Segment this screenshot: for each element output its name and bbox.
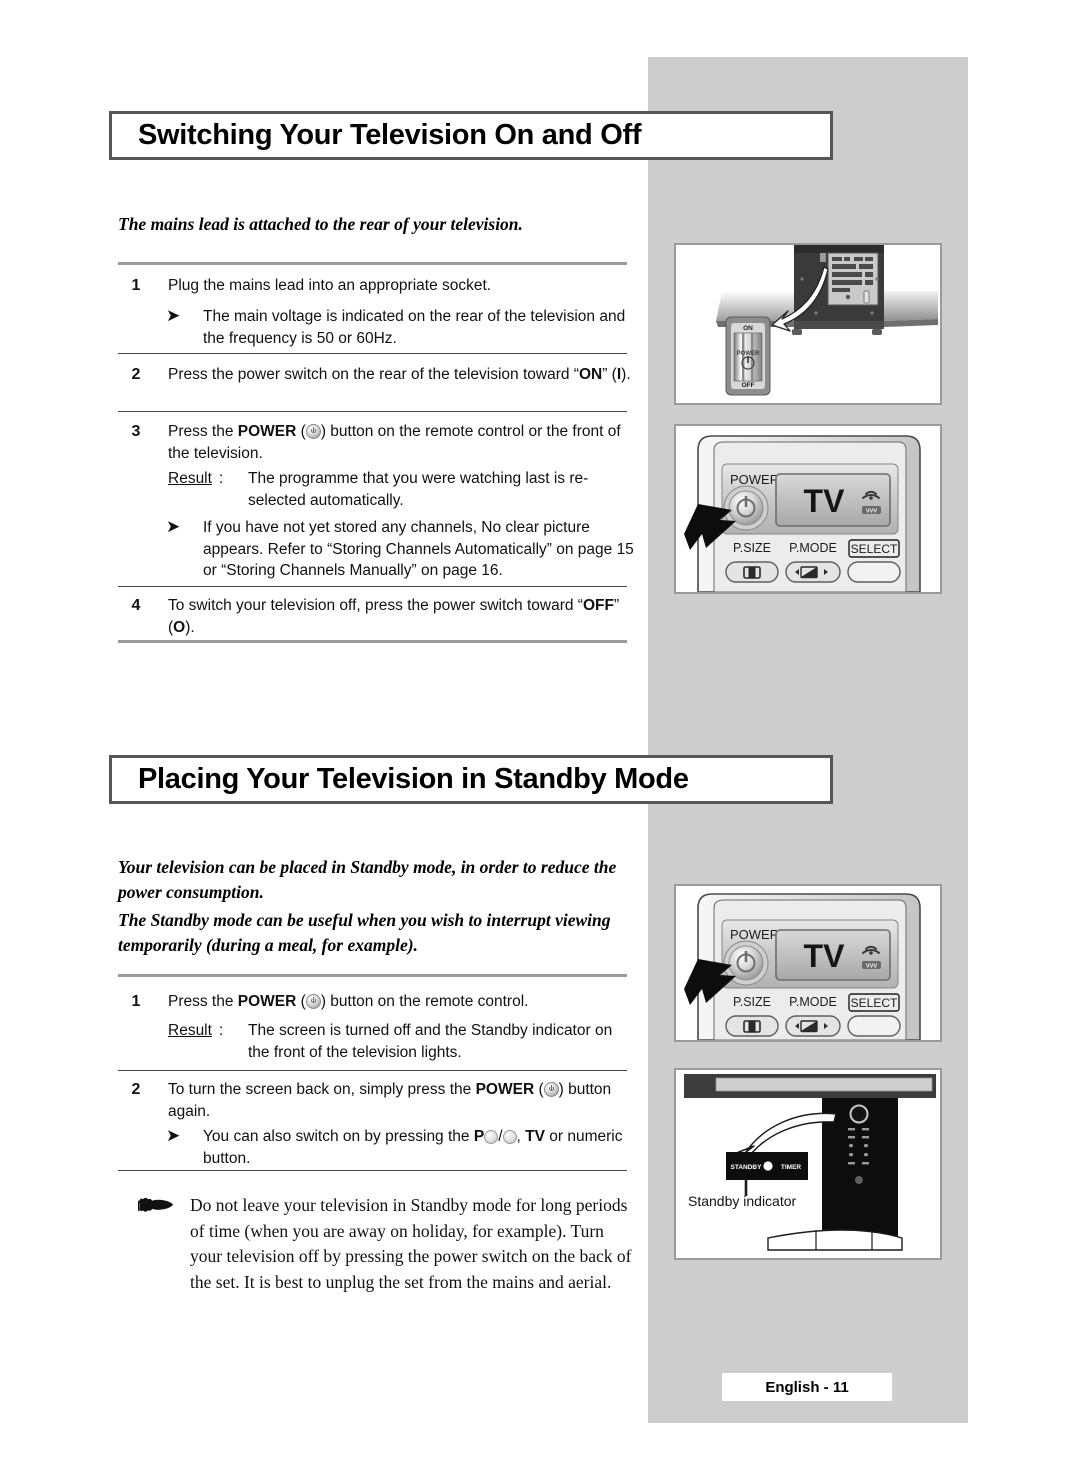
power-button-icon	[305, 424, 321, 439]
rule-after-step-2	[118, 411, 627, 413]
note-switch-on-alternatives: ➤ You can also switch on by pressing the…	[118, 1126, 638, 1169]
svg-text:ON: ON	[743, 325, 753, 332]
standby-drawing: STANDBY TIMER Standby indicator	[676, 1070, 940, 1258]
result-programme-reselected: Result : The programme that you were wat…	[118, 468, 638, 511]
note-text: The main voltage is indicated on the rea…	[203, 308, 626, 347]
remote-drawing: POWER TV VVV P.SIZE P.MODE SELECT	[676, 426, 940, 592]
rule-after-standby-step-1	[118, 1070, 627, 1072]
section-title-text: Switching Your Television On and Off	[138, 119, 642, 151]
rule-top-2	[118, 974, 627, 977]
channel-down-icon	[502, 1129, 517, 1144]
step-number: 2	[131, 1081, 141, 1098]
step-number: 2	[131, 366, 141, 383]
note-text: You can also switch on by pressing the P…	[203, 1128, 623, 1167]
result-label: Result	[168, 1022, 212, 1039]
step-text: Plug the mains lead into an appropriate …	[168, 277, 492, 294]
illustration-standby-indicator: STANDBY TIMER Standby indicator	[674, 1068, 942, 1260]
svg-text:POWER: POWER	[730, 927, 779, 942]
illustration-remote-power-button-2: POWER TV VVV P.SIZE P.MODE SELECT	[674, 884, 942, 1042]
step-text: To turn the screen back on, simply press…	[168, 1081, 612, 1120]
caution-text: Do not leave your television in Standby …	[190, 1195, 632, 1292]
pointing-hand-icon	[138, 1195, 174, 1217]
result-text: The programme that you were watching las…	[248, 470, 589, 509]
svg-text:TIMER: TIMER	[781, 1164, 802, 1171]
svg-text:VVV: VVV	[866, 509, 877, 515]
note-main-voltage: ➤ The main voltage is indicated on the r…	[118, 306, 638, 349]
manual-page: Switching Your Television On and Off The…	[0, 0, 1080, 1482]
power-button-icon	[305, 994, 321, 1009]
footer-label: English - 11	[765, 1378, 849, 1396]
step-text: To switch your television off, press the…	[168, 597, 620, 636]
svg-text:TV: TV	[804, 483, 846, 519]
step-text: Press the POWER () button on the remote …	[168, 423, 621, 462]
caution-note-standby: Do not leave your television in Standby …	[118, 1193, 638, 1295]
page-footer: English - 11	[722, 1373, 892, 1401]
section-title-standby-mode: Placing Your Television in Standby Mode	[109, 755, 833, 804]
svg-text:P.MODE: P.MODE	[789, 995, 837, 1009]
arrow-bullet-icon: ➤	[166, 517, 181, 536]
result-label: Result	[168, 470, 212, 487]
step-number: 3	[131, 423, 141, 440]
svg-text:Standby indicator: Standby indicator	[688, 1193, 797, 1209]
svg-text:STANDBY: STANDBY	[731, 1164, 763, 1171]
step-4-switch-off: 4 To switch your television off, press t…	[118, 595, 633, 638]
power-button-icon	[543, 1082, 559, 1097]
remote-drawing-2: POWER TV VVV P.SIZE P.MODE SELECT	[676, 886, 940, 1040]
step-number: 1	[131, 993, 141, 1010]
standby-step-2-turn-screen-on: 2 To turn the screen back on, simply pre…	[118, 1079, 633, 1122]
step-3-press-power: 3 Press the POWER () button on the remot…	[118, 421, 633, 464]
result-screen-off-standby: Result : The screen is turned off and th…	[118, 1020, 638, 1063]
svg-text:TV: TV	[804, 938, 846, 974]
step-number: 4	[131, 597, 141, 614]
section-title-switching-on-off: Switching Your Television On and Off	[109, 111, 833, 160]
step-number: 1	[131, 277, 141, 294]
standby-step-1-press-power: 1 Press the POWER () button on the remot…	[118, 991, 633, 1013]
rule-top-1	[118, 262, 627, 265]
step-text: Press the power switch on the rear of th…	[168, 366, 631, 383]
illustration-tv-rear-power-switch: ON OFF POWER	[674, 243, 942, 405]
rule-after-standby-step-2	[118, 1170, 627, 1172]
svg-text:OFF: OFF	[742, 382, 755, 389]
arrow-bullet-icon: ➤	[166, 1126, 181, 1145]
result-colon: :	[219, 470, 224, 487]
section-intro-mains-lead: The mains lead is attached to the rear o…	[118, 214, 523, 234]
svg-text:SELECT: SELECT	[851, 996, 898, 1010]
rule-after-step-3	[118, 586, 627, 588]
section-intro-standby-reduce-power: Your television can be placed in Standby…	[118, 857, 617, 902]
svg-text:P.MODE: P.MODE	[789, 541, 837, 555]
step-2-power-switch-on: 2 Press the power switch on the rear of …	[118, 364, 633, 386]
svg-text:P.SIZE: P.SIZE	[733, 995, 771, 1009]
svg-text:SELECT: SELECT	[851, 542, 898, 556]
svg-text:POWER: POWER	[730, 472, 779, 487]
note-text: If you have not yet stored any channels,…	[203, 519, 634, 579]
arrow-bullet-icon: ➤	[166, 306, 181, 325]
step-1-plug-mains: 1 Plug the mains lead into an appropriat…	[118, 275, 633, 297]
channel-up-icon	[484, 1129, 499, 1144]
svg-text:VVV: VVV	[866, 964, 877, 970]
section-intro-standby-useful: The Standby mode can be useful when you …	[118, 910, 611, 955]
result-text: The screen is turned off and the Standby…	[248, 1022, 613, 1061]
result-colon: :	[219, 1022, 224, 1039]
svg-text:P.SIZE: P.SIZE	[733, 541, 771, 555]
step-text: Press the POWER () button on the remote …	[168, 993, 529, 1010]
illustration-remote-power-button-1: POWER TV VVV P.SIZE P.MODE SELECT	[674, 424, 942, 594]
tv-rear-drawing: ON OFF POWER	[676, 245, 940, 403]
note-no-channels-stored: ➤ If you have not yet stored any channel…	[118, 517, 638, 582]
rule-after-step-1	[118, 353, 627, 355]
rule-bottom-1	[118, 640, 627, 643]
section-title-text: Placing Your Television in Standby Mode	[138, 763, 689, 795]
